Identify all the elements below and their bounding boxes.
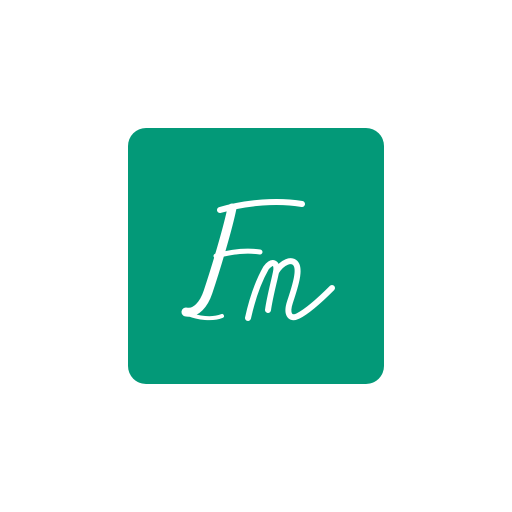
letter-f-middle-bar (213, 248, 263, 259)
letter-f-foot (186, 312, 224, 321)
letter-m-arch-2 (273, 258, 335, 321)
app-icon[interactable] (128, 128, 384, 384)
letter-f-stem (181, 203, 237, 317)
letter-m-arch-1 (245, 260, 280, 321)
fm-monogram-icon (181, 199, 335, 321)
